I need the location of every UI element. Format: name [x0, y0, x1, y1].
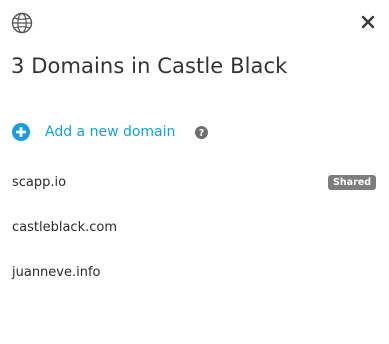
add-domain-row: Add a new domain ? [12, 121, 209, 143]
domain-list: scapp.io Shared castleblack.com juanneve… [0, 168, 389, 303]
add-domain-link[interactable]: Add a new domain [45, 124, 175, 140]
page-title: 3 Domains in Castle Black [11, 54, 288, 78]
domain-row[interactable]: juanneve.info [0, 258, 389, 303]
domain-row[interactable]: castleblack.com [0, 213, 389, 258]
domain-row[interactable]: scapp.io Shared [0, 168, 389, 213]
domain-name: castleblack.com [12, 220, 117, 235]
globe-icon [11, 12, 33, 34]
shared-badge: Shared [328, 175, 376, 190]
plus-circle-icon[interactable] [12, 123, 30, 141]
help-icon[interactable]: ? [195, 125, 209, 139]
domain-name: juanneve.info [12, 265, 101, 280]
svg-text:?: ? [199, 128, 205, 139]
close-icon[interactable] [360, 14, 376, 30]
domain-name: scapp.io [12, 175, 67, 190]
domains-panel: 3 Domains in Castle Black Add a new doma… [0, 0, 389, 344]
